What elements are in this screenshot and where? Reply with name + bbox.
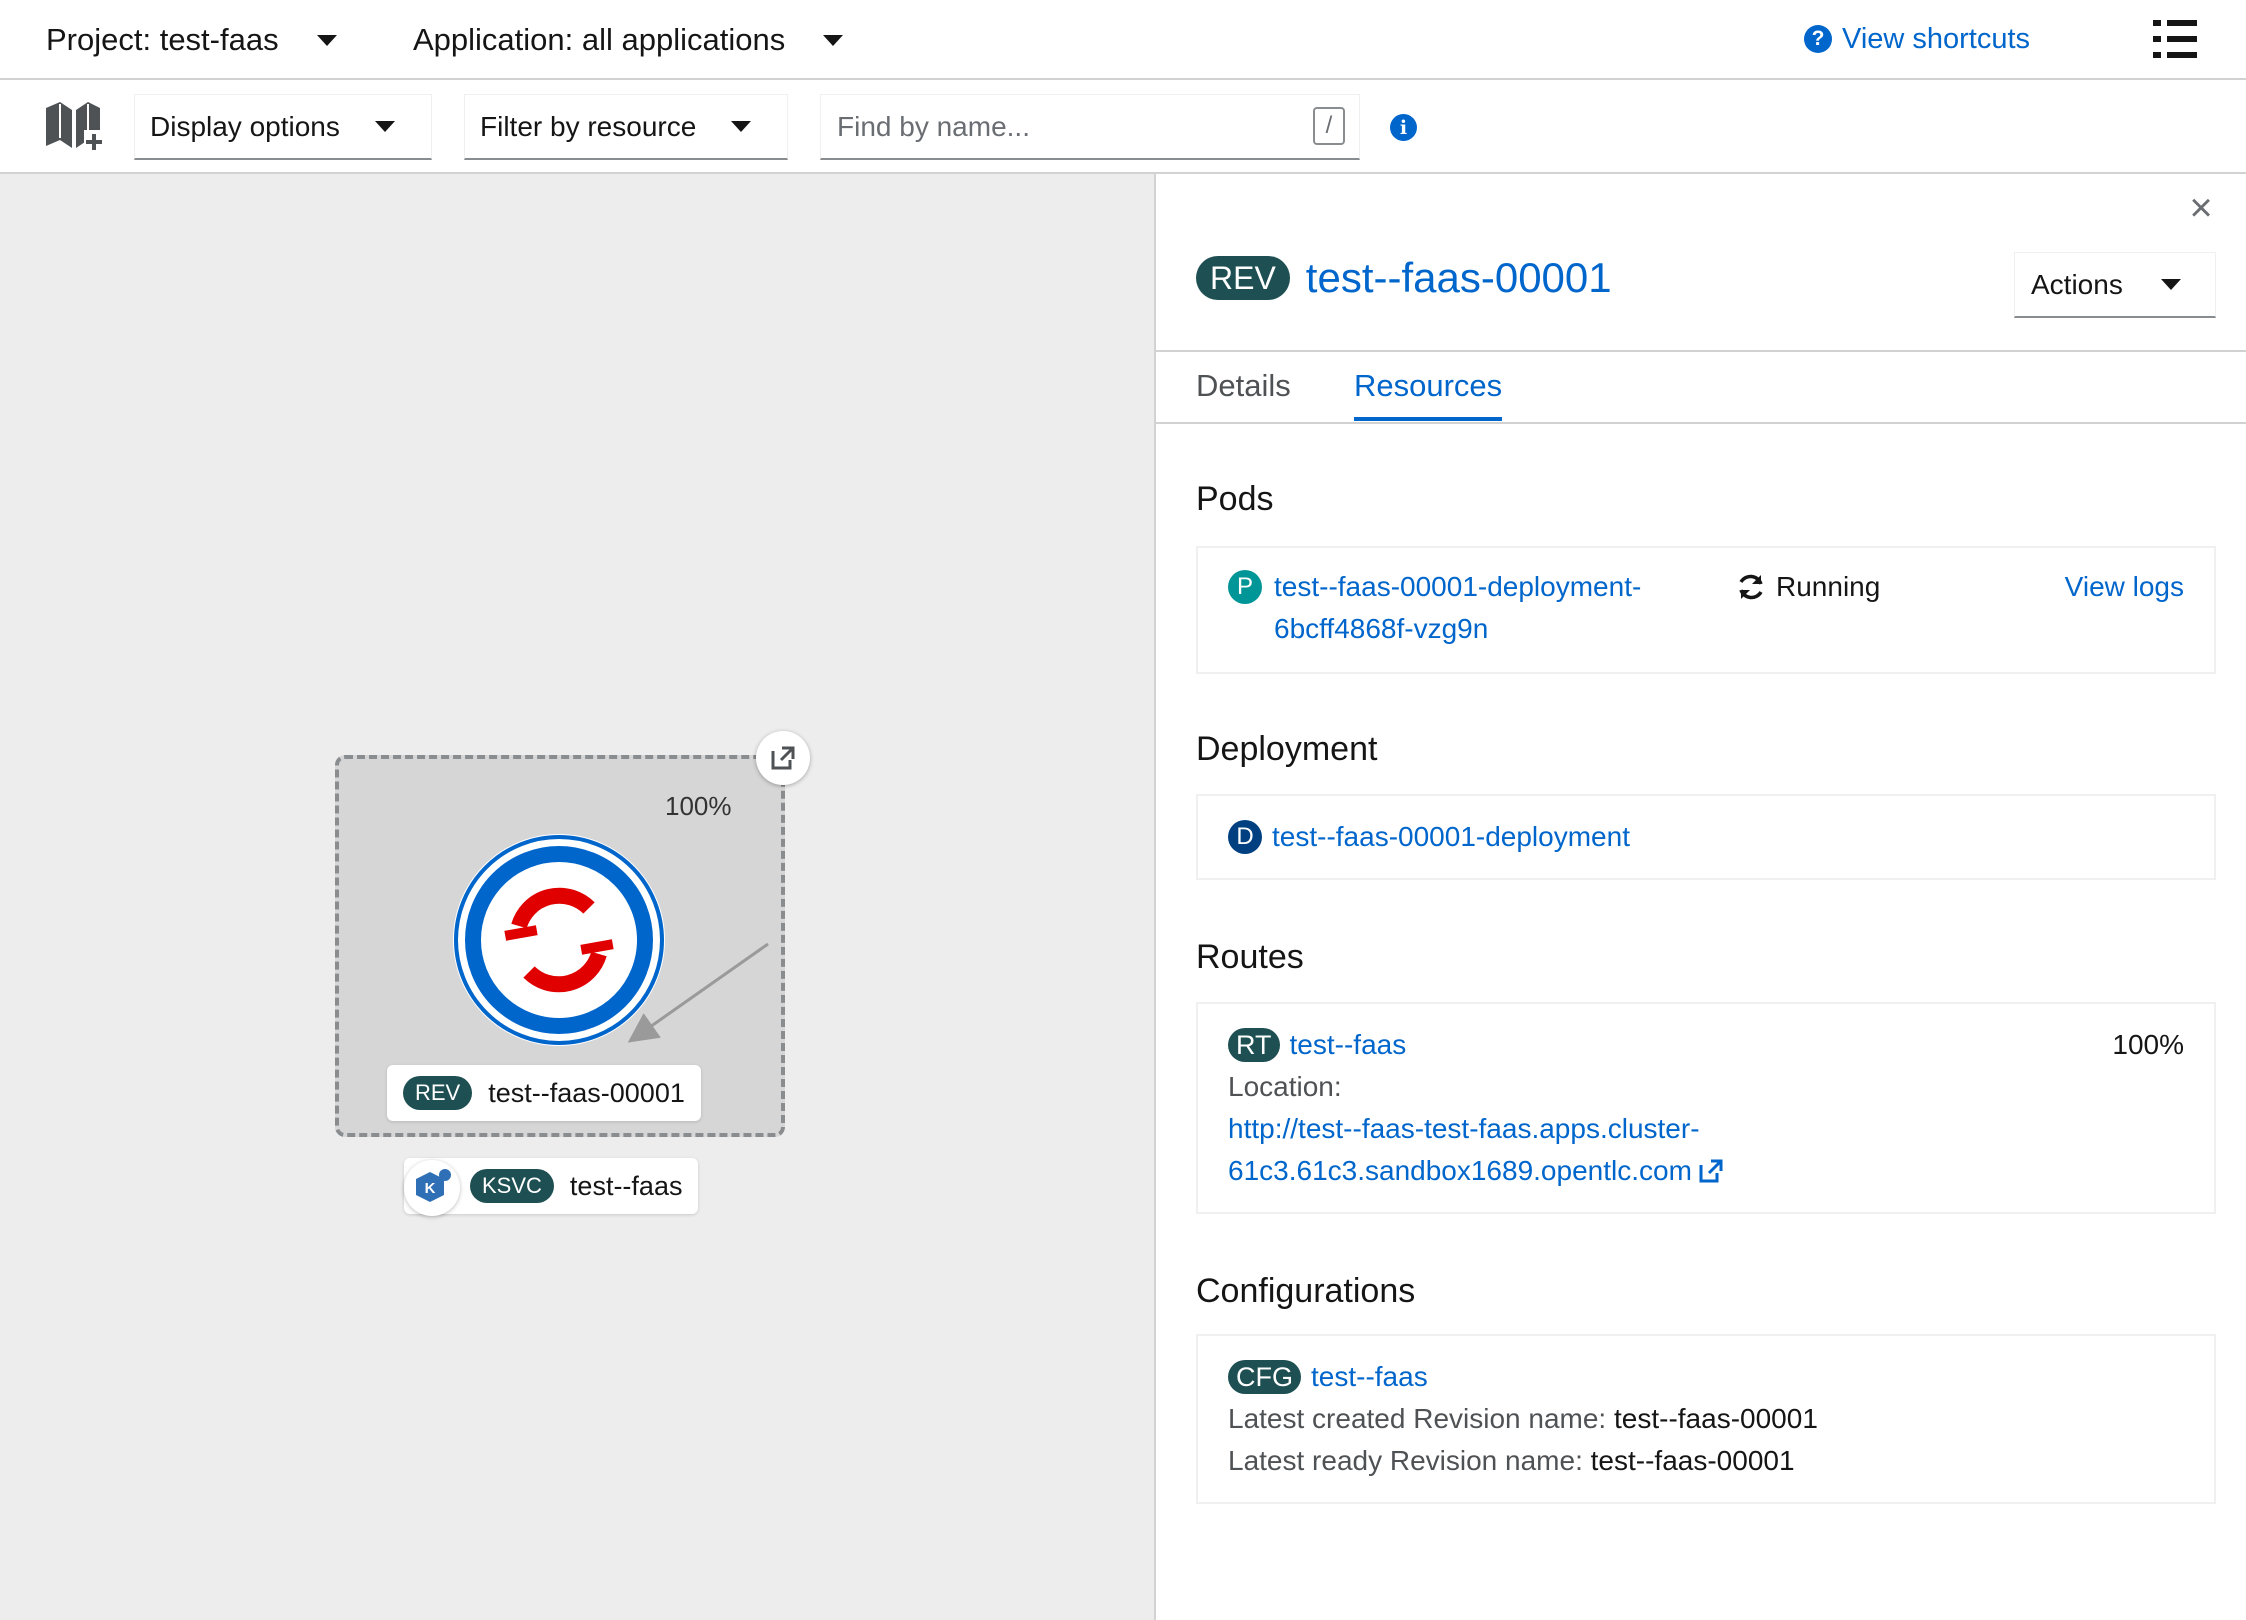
view-shortcuts-label: View shortcuts — [1842, 22, 2031, 55]
deployment-badge: D — [1228, 820, 1262, 854]
deployment-name-link[interactable]: test--faas-00001-deployment — [1272, 816, 1630, 858]
deployment-item: D test--faas-00001-deployment — [1228, 816, 1630, 858]
latest-ready-value: test--faas-00001 — [1590, 1445, 1795, 1476]
routes-heading: Routes — [1196, 938, 1304, 976]
pod-name-line1: test--faas-00001-deployment- — [1274, 571, 1642, 602]
latest-created-revision: Latest created Revision name: test--faas… — [1228, 1398, 1818, 1440]
revision-title-link[interactable]: test--faas-00001 — [1306, 254, 1612, 302]
route-traffic-percent: 100% — [2112, 1029, 2184, 1060]
external-link-icon[interactable] — [756, 731, 810, 785]
configurations-card: CFG test--faas Latest created Revision n… — [1196, 1334, 2216, 1504]
route-item: RT test--faas — [1228, 1024, 1406, 1066]
search-shortcut-key: / — [1313, 107, 1345, 145]
revision-node[interactable] — [453, 834, 665, 1046]
traffic-percent-label: 100% — [665, 791, 732, 821]
knative-service-name: test--faas — [569, 1170, 683, 1201]
panel-tabs: Details Resources — [1156, 350, 2246, 424]
actions-dropdown[interactable]: Actions — [2014, 252, 2216, 318]
traffic-edge — [627, 942, 769, 1043]
revision-node-label[interactable]: REV test--faas-00001 — [387, 1065, 701, 1121]
route-url-link[interactable]: http://test--faas-test-faas.apps.cluster… — [1228, 1108, 1724, 1192]
configuration-badge: CFG — [1228, 1360, 1301, 1394]
openshift-logo-icon — [454, 835, 664, 1045]
deployment-heading: Deployment — [1196, 730, 1378, 768]
actions-label: Actions — [2031, 268, 2123, 300]
latest-created-value: test--faas-00001 — [1614, 1403, 1818, 1434]
route-location-label: Location: — [1228, 1071, 1342, 1102]
route-url-line2: 61c3.61c3.sandbox1689.opentlc.com — [1228, 1155, 1692, 1186]
route-badge: RT — [1228, 1028, 1280, 1062]
active-tab-indicator — [1354, 417, 1502, 421]
panel-title: REV test--faas-00001 — [1196, 254, 1612, 302]
list-view-icon[interactable] — [2153, 20, 2197, 58]
info-icon[interactable]: i — [1390, 114, 1417, 141]
view-logs-link[interactable]: View logs — [2065, 566, 2184, 608]
knative-icon: K — [404, 1160, 460, 1216]
route-name-link[interactable]: test--faas — [1290, 1024, 1407, 1066]
routes-card: RT test--faas 100% Location: http://test… — [1196, 1002, 2216, 1214]
external-link-icon — [1699, 1159, 1723, 1183]
configuration-item: CFG test--faas — [1228, 1356, 1428, 1398]
pods-heading: Pods — [1196, 480, 1274, 518]
pod-badge: P — [1228, 570, 1262, 604]
tab-resources[interactable]: Resources — [1354, 368, 1502, 404]
configurations-heading: Configurations — [1196, 1272, 1416, 1310]
caret-down-icon — [2161, 279, 2181, 290]
pod-item: P — [1228, 570, 1272, 604]
revision-node-name: test--faas-00001 — [488, 1077, 685, 1108]
close-icon[interactable]: × — [2186, 188, 2216, 228]
rev-title-badge: REV — [1196, 256, 1290, 300]
pod-name-link[interactable]: test--faas-00001-deployment- 6bcff4868f-… — [1274, 566, 1641, 650]
deployment-card: D test--faas-00001-deployment — [1196, 794, 2216, 880]
latest-ready-revision: Latest ready Revision name: test--faas-0… — [1228, 1440, 1795, 1482]
svg-text:K: K — [425, 1180, 436, 1197]
tab-details[interactable]: Details — [1196, 368, 1291, 404]
question-circle-icon: ? — [1804, 25, 1832, 53]
rev-badge: REV — [403, 1076, 473, 1110]
view-shortcuts-link[interactable]: ? View shortcuts — [1804, 18, 2030, 60]
pods-card: P test--faas-00001-deployment- 6bcff4868… — [1196, 546, 2216, 674]
latest-ready-label: Latest ready Revision name: — [1228, 1445, 1583, 1476]
ksvc-badge: KSVC — [470, 1169, 554, 1203]
route-url-line1: http://test--faas-test-faas.apps.cluster… — [1228, 1113, 1700, 1144]
pod-name-line2: 6bcff4868f-vzg9n — [1274, 613, 1489, 644]
pod-status: Running — [1736, 566, 1880, 608]
latest-created-label: Latest created Revision name: — [1228, 1403, 1607, 1434]
sync-icon — [1739, 574, 1763, 600]
configuration-name-link[interactable]: test--faas — [1311, 1356, 1428, 1398]
pod-status-text: Running — [1776, 571, 1881, 602]
